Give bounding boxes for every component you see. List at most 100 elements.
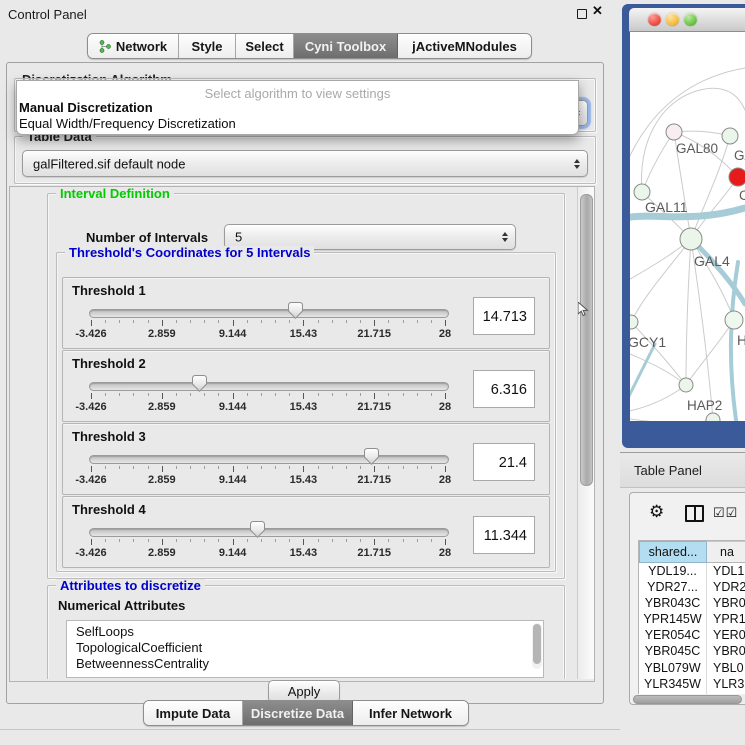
cell-shared-name[interactable]: YDR27... <box>639 579 707 595</box>
attribute-item-selfloops[interactable]: SelfLoops <box>67 624 543 640</box>
list-scrollbar-thumb[interactable] <box>533 624 541 664</box>
network-edge[interactable] <box>630 385 686 412</box>
slider-track[interactable] <box>89 455 449 464</box>
network-node[interactable] <box>666 124 682 140</box>
slider-track[interactable] <box>89 528 449 537</box>
dropdown-option-manual-discretization[interactable]: Manual Discretization <box>19 100 153 115</box>
tab-discretize-data[interactable]: Discretize Data <box>243 701 353 725</box>
zoom-traffic-light-icon[interactable] <box>684 13 697 26</box>
table-row[interactable]: YIL052CYIL0 <box>639 692 745 694</box>
table-row[interactable]: YBR043CYBR0 <box>639 595 745 611</box>
cell-shared-name[interactable]: YIL052C <box>639 692 707 694</box>
table-row[interactable]: YLR345WYLR3 <box>639 676 745 692</box>
network-canvas[interactable]: GAL80GACGAL11GAL4GCY1HHAP2 <box>630 32 745 421</box>
table-row[interactable]: YBL079WYBL0 <box>639 660 745 676</box>
split-columns-icon[interactable] <box>685 505 704 522</box>
network-node[interactable] <box>630 315 638 329</box>
dropdown-option-equal-width-frequency-discretization[interactable]: Equal Width/Frequency Discretization <box>19 116 236 131</box>
cell-shared-name[interactable]: YPR145W <box>639 611 707 627</box>
network-edge[interactable] <box>686 320 734 385</box>
gear-icon[interactable]: ⚙ <box>649 503 664 522</box>
slider-tick <box>91 320 92 326</box>
tab-select[interactable]: Select <box>236 34 294 58</box>
table-row[interactable]: YER054CYER0 <box>639 627 745 643</box>
slider-thumb[interactable] <box>192 375 207 392</box>
tab-impute-data[interactable]: Impute Data <box>144 701 243 725</box>
slider-thumb[interactable] <box>250 521 265 538</box>
table-row[interactable]: YBR045CYBR0 <box>639 643 745 659</box>
numerical-attributes-list[interactable]: SelfLoopsTopologicalCoefficientBetweenne… <box>66 620 544 678</box>
network-window-titlebar[interactable] <box>629 8 745 32</box>
table-hscrollbar[interactable] <box>632 695 745 703</box>
network-edge[interactable] <box>686 239 691 385</box>
network-node[interactable] <box>722 128 738 144</box>
attribute-item-topologicalcoefficient[interactable]: TopologicalCoefficient <box>67 640 543 656</box>
slider-tick-label: 9.144 <box>219 547 247 559</box>
network-node[interactable] <box>634 184 650 200</box>
table-row[interactable]: YPR145WYPR1 <box>639 611 745 627</box>
slider-track[interactable] <box>89 309 449 318</box>
control-panel-title: Control Panel <box>8 7 87 22</box>
table-row[interactable]: YDL19...YDL1 <box>639 563 745 579</box>
slider-track[interactable] <box>89 382 449 391</box>
minimize-traffic-light-icon[interactable] <box>666 13 679 26</box>
column-header-shared-name[interactable]: shared... <box>639 541 707 563</box>
cell-shared-name[interactable]: YLR345W <box>639 676 707 692</box>
tab-style[interactable]: Style <box>179 34 236 58</box>
network-graph: GAL80GACGAL11GAL4GCY1HHAP2 <box>630 32 745 421</box>
table-row[interactable]: YDR27...YDR2 <box>639 579 745 595</box>
network-edge[interactable] <box>630 418 713 421</box>
cell-name[interactable]: YBR0 <box>707 595 745 611</box>
network-node[interactable] <box>680 228 702 250</box>
dropdown-placeholder-option[interactable]: Select algorithm to view settings <box>17 86 578 101</box>
cell-shared-name[interactable]: YER054C <box>639 627 707 643</box>
table-data-select[interactable]: galFiltered.sif default node <box>22 150 588 177</box>
threshold-value-field[interactable]: 6.316 <box>473 370 535 408</box>
threshold-value-field[interactable]: 11.344 <box>473 516 535 554</box>
tab-infer-network[interactable]: Infer Network <box>353 701 468 725</box>
tab-cyni-toolbox[interactable]: Cyni Toolbox <box>294 34 398 58</box>
tab-label: Select <box>245 39 283 54</box>
network-node[interactable] <box>729 168 745 186</box>
float-window-icon[interactable] <box>577 9 587 19</box>
threshold-value-field[interactable]: 14.713 <box>473 297 535 335</box>
tab-jactivemnodules[interactable]: jActiveMNodules <box>398 34 531 58</box>
cell-shared-name[interactable]: YBL079W <box>639 660 707 676</box>
cell-shared-name[interactable]: YDL19... <box>639 563 707 579</box>
threshold-value-field[interactable]: 21.4 <box>473 443 535 481</box>
slider-tick-label: 2.859 <box>148 401 176 413</box>
network-edge[interactable] <box>630 344 655 404</box>
cell-shared-name[interactable]: YBR043C <box>639 595 707 611</box>
slider-tick <box>162 320 163 326</box>
cell-name[interactable]: YDR2 <box>707 579 745 595</box>
attribute-item-betweennesscentrality[interactable]: BetweennessCentrality <box>67 656 543 672</box>
network-edge[interactable] <box>691 177 738 239</box>
slider-tick <box>204 393 205 396</box>
cell-name[interactable]: YDL1 <box>707 563 745 579</box>
close-traffic-light-icon[interactable] <box>648 13 661 26</box>
settings-scrollbar[interactable] <box>577 187 594 679</box>
cell-name[interactable]: YPR1 <box>707 611 745 627</box>
column-header-name[interactable]: na <box>707 541 745 563</box>
slider-thumb[interactable] <box>364 448 379 465</box>
network-node-label: GA <box>734 148 745 163</box>
list-scrollbar[interactable] <box>532 623 542 669</box>
cell-name[interactable]: YIL0 <box>707 692 745 694</box>
cell-shared-name[interactable]: YBR045C <box>639 643 707 659</box>
network-node[interactable] <box>679 378 693 392</box>
cell-name[interactable]: YER0 <box>707 627 745 643</box>
network-node[interactable] <box>706 413 720 421</box>
network-node[interactable] <box>725 311 743 329</box>
tab-network[interactable]: Network <box>88 34 179 58</box>
close-icon[interactable]: ✕ <box>592 3 603 19</box>
settings-scrollbar-thumb[interactable] <box>580 194 593 486</box>
checkboxes-icon[interactable]: ☑☑ <box>713 505 738 521</box>
table-hscrollbar-thumb[interactable] <box>633 695 742 704</box>
cell-name[interactable]: YLR3 <box>707 676 745 692</box>
cell-name[interactable]: YBL0 <box>707 660 745 676</box>
slider-tick <box>388 320 389 323</box>
network-edge[interactable] <box>631 239 691 322</box>
cell-name[interactable]: YBR0 <box>707 643 745 659</box>
slider-thumb[interactable] <box>288 302 303 319</box>
network-edge[interactable] <box>642 132 674 192</box>
